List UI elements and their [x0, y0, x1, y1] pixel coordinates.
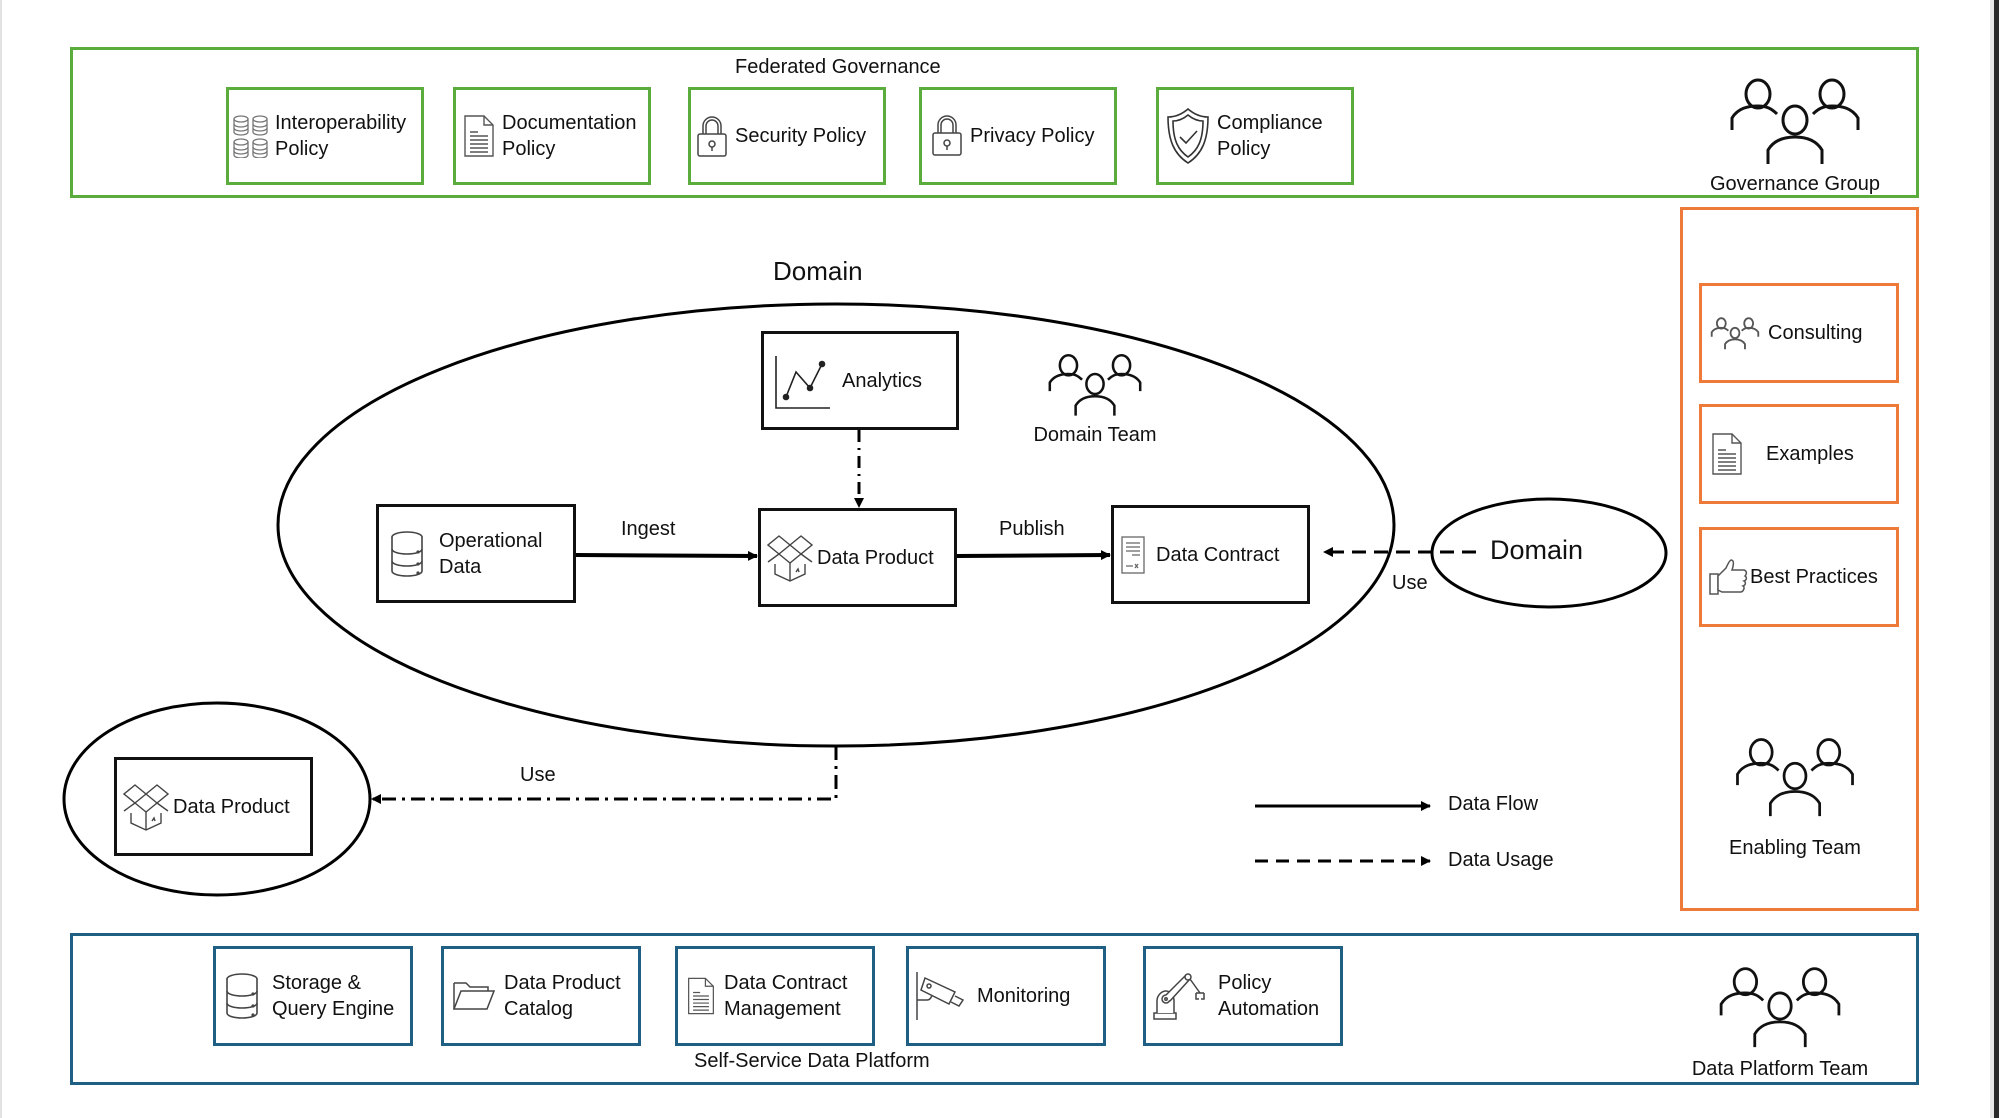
enabling-team: Enabling Team: [1690, 734, 1900, 860]
robot-arm-icon: [1152, 971, 1214, 1021]
domain-title: Domain: [773, 256, 863, 286]
people-group-icon: [1728, 738, 1862, 822]
external-domain-label[interactable]: Domain: [1490, 535, 1583, 566]
platform-item-label: Storage & Query Engine: [272, 972, 395, 1020]
edge-label-use-right: Use: [1392, 572, 1428, 594]
platform-item-label: Monitoring: [977, 985, 1071, 1007]
self-service-platform-title: Self-Service Data Platform: [694, 1050, 930, 1072]
people-group-icon: [1728, 78, 1862, 170]
node-data-contract[interactable]: Data Contract: [1111, 505, 1310, 604]
platform-item-storage[interactable]: Storage & Query Engine: [213, 946, 413, 1046]
node-label: Operational Data: [439, 529, 543, 578]
platform-item-label: Data Product Catalog: [504, 972, 621, 1020]
policy-label: Compliance Policy: [1217, 112, 1323, 160]
node-label: Data Product: [817, 546, 934, 569]
federated-governance-title: Federated Governance: [735, 56, 941, 78]
ingest-arrow: [575, 550, 758, 561]
node-data-product[interactable]: Data Product: [758, 508, 957, 607]
policy-interoperability[interactable]: Interoperability Policy: [226, 87, 424, 185]
security-camera-icon: [915, 970, 971, 1022]
enabling-item-examples[interactable]: Examples: [1699, 404, 1899, 504]
people-group-icon: [1710, 316, 1760, 350]
legend-data-flow-label: Data Flow: [1448, 793, 1539, 815]
policy-label: Privacy Policy: [970, 125, 1095, 147]
data-platform-team-label: Data Platform Team: [1691, 1058, 1869, 1080]
platform-item-monitoring[interactable]: Monitoring: [906, 946, 1106, 1046]
thumbs-up-icon: [1708, 558, 1748, 596]
policy-documentation[interactable]: Documentation Policy: [453, 87, 651, 185]
external-product-use-arrow: [371, 746, 838, 804]
folder-icon: [452, 979, 496, 1013]
document-icon: [686, 975, 716, 1017]
domain-team: Domain Team: [1000, 351, 1190, 447]
padlock-icon: [695, 114, 729, 158]
platform-item-label: Policy Automation: [1218, 972, 1320, 1020]
policy-privacy[interactable]: Privacy Policy: [919, 87, 1117, 185]
platform-item-contract-management[interactable]: Data Contract Management: [675, 946, 875, 1046]
database-icon: [389, 529, 425, 579]
edge-label-use-left: Use: [520, 764, 556, 786]
publish-arrow: [956, 550, 1111, 561]
data-platform-team: Data Platform Team: [1675, 963, 1885, 1081]
line-chart-icon: [774, 352, 830, 410]
policy-label: Security Policy: [735, 125, 867, 147]
document-icon: [462, 114, 496, 158]
node-label: Analytics: [842, 369, 923, 392]
enabling-item-label: Best Practices: [1750, 566, 1878, 588]
enabling-item-best-practices[interactable]: Best Practices: [1699, 527, 1899, 627]
platform-item-policy-automation[interactable]: Policy Automation: [1143, 946, 1343, 1046]
node-analytics[interactable]: Analytics: [761, 331, 959, 430]
policy-compliance[interactable]: Compliance Policy: [1156, 87, 1354, 185]
window-left-edge: [0, 0, 2, 1118]
edge-label-ingest: Ingest: [621, 518, 676, 540]
people-group-icon: [1713, 967, 1847, 1053]
policy-security[interactable]: Security Policy: [688, 87, 886, 185]
policy-label: Documentation Policy: [502, 112, 637, 160]
window-right-edge: [1994, 0, 1999, 1118]
document-icon: [1710, 432, 1744, 476]
enabling-item-label: Examples: [1766, 443, 1854, 465]
database-icon: [224, 972, 260, 1020]
people-group-icon: [1042, 354, 1148, 421]
platform-item-label: Data Contract Management: [724, 972, 848, 1020]
policy-label: Interoperability Policy: [275, 112, 407, 160]
enabling-item-label: Consulting: [1768, 322, 1863, 344]
contract-document-icon: [1120, 535, 1146, 575]
open-box-icon: [123, 783, 169, 831]
node-operational-data[interactable]: Operational Data: [376, 504, 576, 603]
external-data-product[interactable]: Data Product: [114, 757, 313, 856]
governance-group: Governance Group: [1690, 74, 1900, 196]
shield-check-icon: [1165, 106, 1211, 166]
enabling-team-label: Enabling Team: [1729, 837, 1861, 859]
platform-item-catalog[interactable]: Data Product Catalog: [441, 946, 641, 1046]
padlock-icon: [930, 113, 964, 159]
enabling-item-consulting[interactable]: Consulting: [1699, 283, 1899, 383]
node-label: Data Contract: [1156, 543, 1280, 566]
domain-team-label: Domain Team: [1033, 424, 1157, 446]
database-grid-icon: [233, 114, 269, 158]
edge-label-publish: Publish: [999, 518, 1065, 540]
node-label: Data Product: [173, 795, 290, 818]
open-box-icon: [767, 534, 813, 582]
governance-group-label: Governance Group: [1709, 173, 1881, 195]
legend-data-usage-label: Data Usage: [1448, 849, 1554, 871]
